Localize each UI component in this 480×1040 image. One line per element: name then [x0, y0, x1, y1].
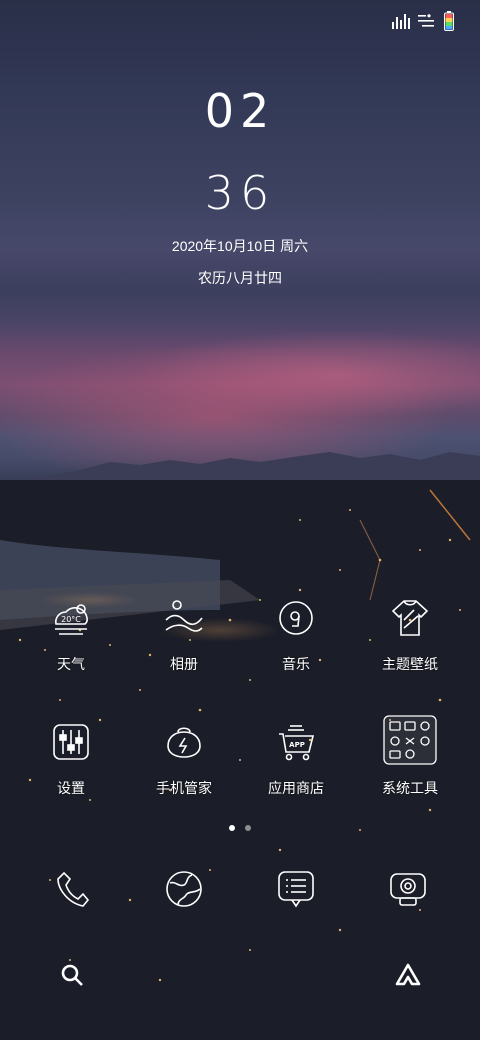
signal-icon	[392, 14, 410, 29]
app-label-app-store: 应用商店	[268, 780, 324, 796]
music-icon	[276, 598, 316, 638]
app-store-icon-text: APP	[289, 741, 305, 749]
settings-icon	[51, 722, 91, 762]
app-settings[interactable]: 设置	[21, 722, 121, 798]
page-dot-2[interactable]	[245, 825, 251, 831]
page-indicator	[0, 825, 480, 831]
theme-icon	[390, 598, 430, 638]
clock-minute: 36	[204, 166, 276, 220]
assistant-button[interactable]	[388, 955, 428, 995]
app-label-phone-manager: 手机管家	[156, 780, 212, 796]
clock-hour: 02	[204, 84, 276, 138]
app-store-icon: APP	[276, 722, 316, 762]
app-label-gallery: 相册	[170, 656, 198, 672]
app-theme[interactable]: 主题壁纸	[360, 598, 460, 674]
page-dot-1[interactable]	[229, 825, 235, 831]
app-weather[interactable]: 20°C 天气	[21, 598, 121, 674]
folder-system-tools[interactable]: 系统工具	[360, 712, 460, 798]
app-label-weather: 天气	[57, 656, 85, 672]
wifi-icon	[418, 14, 434, 27]
messages-icon	[278, 871, 314, 908]
app-phone-manager[interactable]: 手机管家	[134, 722, 234, 798]
dock-phone[interactable]	[42, 864, 102, 914]
app-label-theme: 主题壁纸	[382, 656, 438, 672]
browser-icon	[166, 871, 202, 907]
weather-temp-text: 20°C	[61, 615, 81, 624]
weather-icon: 20°C	[51, 598, 91, 638]
system-tools-folder-icon	[382, 712, 438, 768]
app-gallery[interactable]: 相册	[134, 598, 234, 674]
search-button[interactable]	[52, 955, 92, 995]
app-app-store[interactable]: APP 应用商店	[246, 722, 346, 798]
app-label-music: 音乐	[282, 656, 310, 672]
search-icon	[61, 964, 83, 986]
assistant-icon	[395, 963, 421, 986]
phone-icon	[57, 871, 90, 907]
battery-icon	[444, 11, 454, 31]
dock-messages[interactable]	[266, 864, 326, 914]
app-music[interactable]: 音乐	[246, 598, 346, 674]
dock-browser[interactable]	[154, 864, 214, 914]
dock-camera[interactable]	[378, 864, 438, 914]
app-label-settings: 设置	[57, 780, 85, 796]
phone-manager-icon	[164, 722, 204, 762]
lunar-date-text: 农历八月廿四	[198, 270, 282, 286]
date-text: 2020年10月10日 周六	[171, 238, 309, 254]
camera-icon	[390, 873, 426, 906]
status-bar	[392, 8, 454, 34]
gallery-icon	[164, 598, 204, 638]
app-label-system-tools: 系统工具	[382, 780, 438, 796]
